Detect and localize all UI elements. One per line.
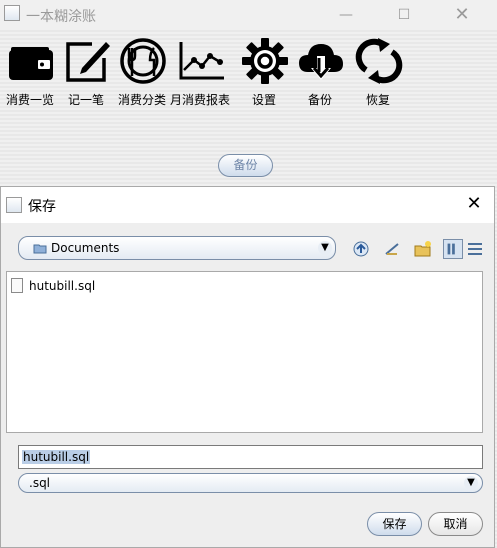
filetype-value: .sql — [29, 476, 51, 490]
toolbar-item-backup[interactable]: 备份 — [292, 34, 348, 110]
wallet-icon — [9, 47, 53, 80]
main-window-title: 一本糊涂账 — [26, 9, 96, 25]
gear-icon — [242, 38, 288, 84]
minimize-button[interactable]: — — [326, 4, 366, 26]
java-app-icon — [6, 197, 22, 213]
toolbar-label: 恢复 — [365, 93, 390, 107]
toolbar-item-category[interactable]: 消费分类 — [114, 34, 170, 110]
filename-input[interactable]: hutubill.sql — [18, 445, 483, 469]
home-icon[interactable] — [383, 239, 403, 259]
java-app-icon — [4, 5, 20, 21]
dialog-titlebar: 保存 ✕ — [1, 187, 494, 223]
toolbar-item-overview[interactable]: 消费一览 — [2, 34, 58, 110]
main-titlebar: 一本糊涂账 — ☐ ✕ — [0, 0, 497, 30]
toolbar: 消费一览 记一笔 消费分类 月消费报表 设置 备份 恢复 — [0, 34, 497, 112]
toolbar-item-record[interactable]: 记一笔 — [58, 34, 114, 110]
toolbar-item-report[interactable]: 月消费报表 — [170, 34, 230, 110]
refresh-icon — [355, 38, 403, 84]
save-dialog: 保存 ✕ Documents ▼ hutubill.sql hutubill.s… — [0, 186, 495, 548]
edit-icon — [66, 42, 110, 82]
backup-button[interactable]: 备份 — [218, 154, 273, 177]
toolbar-label: 月消费报表 — [169, 93, 230, 107]
maximize-button[interactable]: ☐ — [384, 4, 424, 26]
chevron-down-icon: ▼ — [318, 241, 332, 255]
folder-icon — [33, 244, 47, 254]
filename-value: hutubill.sql — [22, 450, 91, 464]
new-folder-icon[interactable] — [413, 239, 433, 259]
dialog-title: 保存 — [28, 199, 56, 215]
line-chart-icon — [179, 42, 224, 80]
dialog-close-button[interactable]: ✕ — [462, 193, 486, 215]
list-view-icon[interactable] — [443, 239, 463, 259]
toolbar-item-restore[interactable]: 恢复 — [350, 34, 406, 110]
file-name: hutubill.sql — [29, 279, 96, 293]
details-view-icon[interactable] — [465, 239, 485, 259]
cloud-download-icon — [299, 44, 343, 80]
up-folder-icon[interactable] — [351, 239, 371, 259]
chevron-down-icon: ▼ — [464, 476, 478, 490]
dining-icon — [120, 38, 166, 84]
filetype-combo[interactable]: .sql ▼ — [18, 473, 483, 493]
file-list[interactable]: hutubill.sql — [6, 271, 483, 433]
close-button[interactable]: ✕ — [442, 4, 482, 26]
location-value: Documents — [51, 241, 120, 255]
location-combo[interactable]: Documents ▼ — [18, 236, 336, 260]
file-icon — [11, 278, 23, 293]
toolbar-item-settings[interactable]: 设置 — [236, 34, 292, 110]
cancel-button[interactable]: 取消 — [428, 512, 483, 536]
save-button[interactable]: 保存 — [367, 512, 422, 536]
